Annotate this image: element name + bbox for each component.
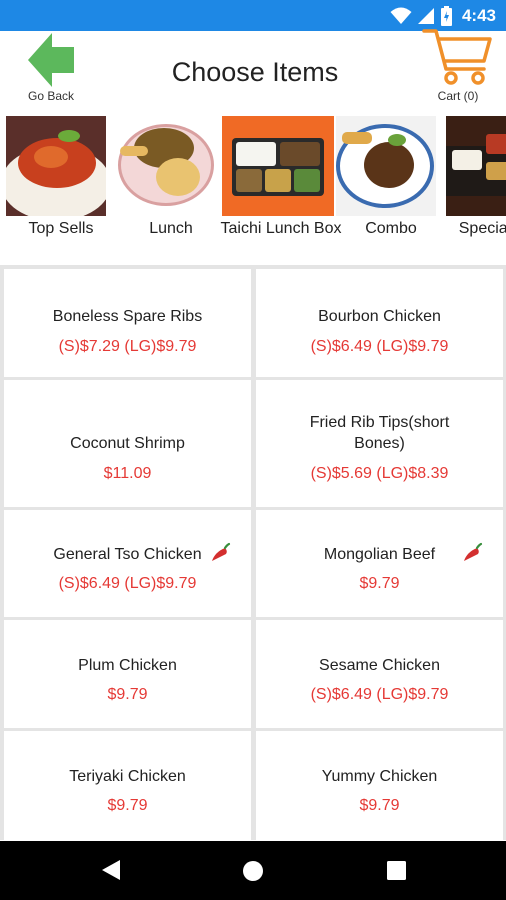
chili-pepper-icon	[464, 542, 483, 561]
menu-item-price: (S)$6.49 (LG)$9.79	[310, 338, 449, 355]
recents-square-icon[interactable]	[387, 861, 406, 880]
category-thumbnail	[446, 116, 506, 216]
menu-item-price: (S)$7.29 (LG)$9.79	[58, 338, 197, 355]
category-label: Taichi Lunch Box	[220, 220, 342, 237]
menu-item-card[interactable]: General Tso Chicken (S)$6.49 (LG)$9.79	[4, 510, 251, 617]
cart-button[interactable]: Cart (0)	[420, 29, 496, 106]
shopping-cart-icon	[422, 29, 492, 85]
menu-item-price: $9.79	[107, 686, 148, 703]
menu-item-card[interactable]: Teriyaki Chicken $9.79	[4, 731, 251, 840]
cart-label: Cart (0)	[437, 89, 479, 103]
menu-item-name: Teriyaki Chicken	[69, 768, 186, 785]
category-thumbnail	[222, 116, 334, 216]
menu-item-price: (S)$6.49 (LG)$9.79	[310, 686, 449, 703]
category-lunch[interactable]: Lunch	[116, 110, 226, 265]
category-taichi-lunch-box[interactable]: Taichi Lunch Box	[221, 110, 341, 265]
menu-item-card[interactable]: Plum Chicken $9.79	[4, 620, 251, 728]
category-strip[interactable]: Top Sells Lunch Taichi Lunch Box Combo S…	[0, 110, 506, 265]
category-combo[interactable]: Combo	[336, 110, 446, 265]
status-time: 4:43	[461, 5, 496, 25]
page-title: Choose Items	[171, 57, 339, 87]
menu-item-card[interactable]: Coconut Shrimp $11.09	[4, 380, 251, 507]
go-back-label: Go Back	[27, 89, 75, 103]
menu-item-name: Yummy Chicken	[321, 768, 438, 785]
menu-item-name: Bourbon Chicken	[318, 308, 441, 325]
back-arrow-icon	[28, 33, 74, 87]
navigation-bar	[0, 841, 506, 900]
cellular-signal-icon	[417, 7, 434, 24]
chili-pepper-icon	[212, 542, 231, 561]
menu-item-card[interactable]: Sesame Chicken (S)$6.49 (LG)$9.79	[256, 620, 503, 728]
category-label: Special Box	[458, 220, 506, 237]
battery-icon	[440, 5, 452, 26]
category-label: Top Sells	[28, 220, 94, 237]
menu-item-name: Fried Rib Tips(short Bones)	[309, 414, 450, 452]
menu-item-card[interactable]: Mongolian Beef $9.79	[256, 510, 503, 617]
category-label: Combo	[365, 220, 417, 237]
wifi-icon	[390, 7, 412, 24]
menu-item-name: Sesame Chicken	[319, 657, 440, 674]
home-circle-icon[interactable]	[242, 860, 264, 882]
menu-item-name: Coconut Shrimp	[70, 435, 185, 452]
go-back-button[interactable]: Go Back	[20, 31, 82, 106]
category-thumbnail	[336, 116, 436, 216]
menu-item-card[interactable]: Fried Rib Tips(short Bones) (S)$5.69 (LG…	[256, 380, 503, 507]
menu-item-price: $9.79	[107, 797, 148, 814]
menu-item-card[interactable]: Bourbon Chicken (S)$6.49 (LG)$9.79	[256, 269, 503, 377]
category-thumbnail	[6, 116, 106, 216]
menu-item-name: Plum Chicken	[78, 657, 177, 674]
category-top-sells[interactable]: Top Sells	[6, 110, 116, 265]
back-triangle-icon[interactable]	[101, 859, 121, 881]
category-label: Lunch	[149, 220, 193, 237]
menu-item-name: Boneless Spare Ribs	[52, 308, 203, 325]
menu-grid: Boneless Spare Ribs (S)$7.29 (LG)$9.79 B…	[0, 265, 506, 840]
category-thumbnail	[116, 116, 216, 216]
menu-item-price: (S)$6.49 (LG)$9.79	[58, 575, 197, 592]
menu-item-price: (S)$5.69 (LG)$8.39	[310, 465, 449, 482]
menu-item-price: $11.09	[103, 465, 152, 482]
status-icons: 4:43	[390, 4, 496, 27]
header: Go Back Choose Items Cart (0)	[0, 29, 506, 110]
menu-item-card[interactable]: Boneless Spare Ribs (S)$7.29 (LG)$9.79	[4, 269, 251, 377]
menu-item-price: $9.79	[359, 797, 400, 814]
menu-item-price: $9.79	[359, 575, 400, 592]
menu-item-card[interactable]: Yummy Chicken $9.79	[256, 731, 503, 840]
category-special-box[interactable]: Special Box	[446, 110, 506, 265]
